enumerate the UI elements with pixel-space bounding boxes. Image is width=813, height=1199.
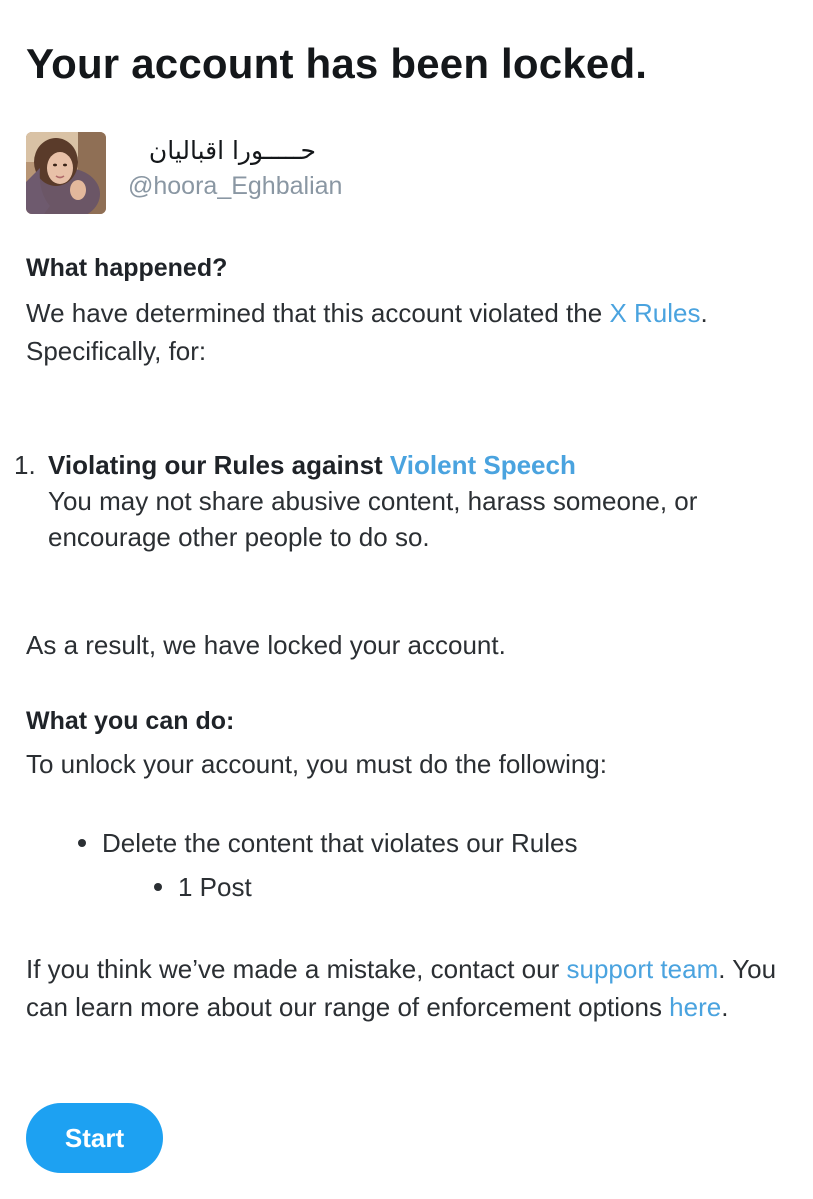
result-text: As a result, we have locked your account…: [26, 630, 506, 660]
x-rules-link[interactable]: X Rules: [609, 298, 700, 328]
bullet-dot: [154, 883, 162, 892]
avatar: [26, 132, 106, 214]
what-happened-text: We have determined that this account vio…: [26, 294, 726, 370]
bullet-dot: [78, 839, 86, 848]
violation-heading: Violating our Rules against Violent Spee…: [48, 447, 576, 483]
list-item: Delete the content that violates our Rul…: [78, 828, 578, 859]
violation-description: You may not share abusive content, haras…: [48, 486, 698, 552]
avatar-image: [26, 132, 106, 214]
violation-heading-prefix: Violating our Rules against: [48, 450, 390, 480]
violation-number: 1.: [14, 450, 36, 480]
what-you-can-do-heading: What you can do:: [26, 707, 235, 735]
footer-text: If you think we’ve made a mistake, conta…: [26, 950, 801, 1026]
profile-card: حـــــورا اقبالیان @hoora_Eghbalian: [26, 132, 626, 214]
display-name: حـــــورا اقبالیان: [148, 136, 316, 165]
page-title: Your account has been locked.: [26, 40, 648, 87]
what-you-can-do-intro: To unlock your account, you must do the …: [26, 749, 607, 779]
support-team-link[interactable]: support team: [566, 954, 718, 984]
step-label: Delete the content that violates our Rul…: [102, 828, 578, 858]
sub-step-label: 1 Post: [178, 872, 252, 902]
start-button[interactable]: Start: [26, 1103, 163, 1173]
footer-text-1: If you think we’ve made a mistake, conta…: [26, 954, 567, 984]
what-happened-heading: What happened?: [26, 254, 228, 282]
list-item: 1 Post: [154, 872, 252, 903]
footer-text-3: .: [721, 992, 729, 1022]
violent-speech-link[interactable]: Violent Speech: [390, 450, 576, 480]
here-link[interactable]: here: [669, 992, 721, 1022]
what-happened-text-before: We have determined that this account vio…: [26, 298, 610, 328]
user-handle: @hoora_Eghbalian: [128, 172, 343, 200]
